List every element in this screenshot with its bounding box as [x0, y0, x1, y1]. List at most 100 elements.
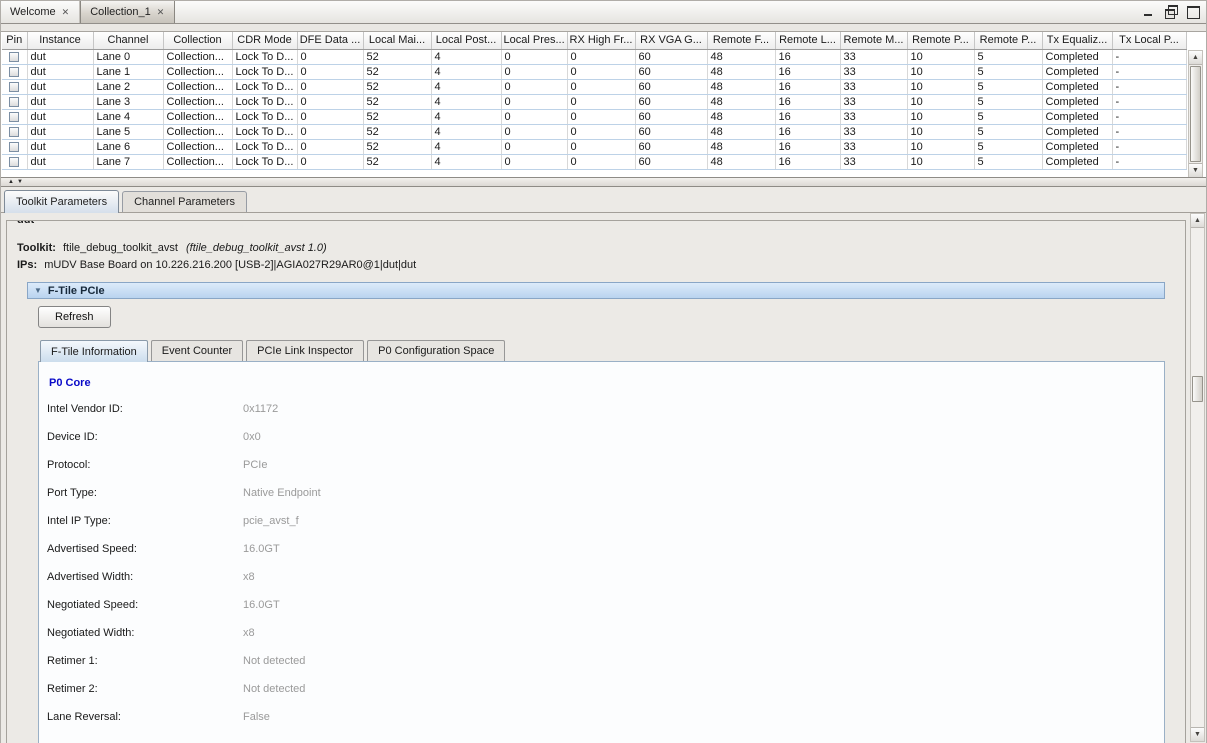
table-row[interactable]: dutLane 7Collection...Lock To D...052400…	[2, 154, 1186, 169]
ips-info-line: IPs: mUDV Base Board on 10.226.216.200 […	[17, 259, 1173, 271]
maximize-icon[interactable]	[1186, 5, 1199, 17]
close-icon[interactable]: ✕	[62, 7, 70, 18]
p0-core-heading: P0 Core	[49, 377, 1164, 389]
table-cell: Lock To D...	[232, 64, 297, 79]
column-header-tx-equaliz[interactable]: Tx Equaliz...	[1042, 32, 1112, 49]
ftile-pcie-section-header[interactable]: ▼ F-Tile PCIe	[27, 282, 1165, 299]
field-label: Advertised Speed:	[47, 543, 243, 555]
lane-table-area: PinInstanceChannelCollectionCDR ModeDFE …	[1, 31, 1206, 178]
table-row[interactable]: dutLane 2Collection...Lock To D...052400…	[2, 79, 1186, 94]
pin-checkbox[interactable]	[9, 142, 19, 152]
table-cell: 0	[567, 64, 635, 79]
table-cell: Lane 3	[93, 94, 163, 109]
column-header-local-post[interactable]: Local Post...	[431, 32, 501, 49]
field-row-retimer-1: Retimer 1:Not detected	[47, 647, 1164, 675]
field-value: 0x1172	[243, 403, 278, 415]
tab-p0-configuration-space[interactable]: P0 Configuration Space	[367, 340, 505, 361]
table-cell: 10	[907, 94, 974, 109]
tab-channel-parameters[interactable]: Channel Parameters	[122, 191, 247, 212]
table-cell: -	[1112, 154, 1186, 169]
column-header-tx-local-p[interactable]: Tx Local P...	[1112, 32, 1186, 49]
column-header-remote-f[interactable]: Remote F...	[707, 32, 775, 49]
pane-scrollbar-track[interactable]	[1191, 228, 1204, 727]
column-header-remote-l[interactable]: Remote L...	[775, 32, 840, 49]
field-label: Intel IP Type:	[47, 515, 243, 527]
table-scrollbar-track[interactable]	[1189, 65, 1202, 163]
tab-welcome[interactable]: Welcome ✕	[1, 1, 80, 23]
table-cell: 48	[707, 139, 775, 154]
tab-toolkit-parameters[interactable]: Toolkit Parameters	[4, 190, 119, 213]
parameters-pane: Toolkit Parameters Channel Parameters du…	[1, 187, 1206, 743]
scroll-down-button[interactable]: ▼	[1191, 727, 1204, 741]
table-row[interactable]: dutLane 5Collection...Lock To D...052400…	[2, 124, 1186, 139]
table-row[interactable]: dutLane 6Collection...Lock To D...052400…	[2, 139, 1186, 154]
pin-checkbox[interactable]	[9, 67, 19, 77]
pane-splitter[interactable]: ▲ ▼	[1, 178, 1206, 187]
table-cell: Completed	[1042, 154, 1112, 169]
close-icon[interactable]: ✕	[157, 7, 165, 18]
pane-vertical-scrollbar[interactable]: ▲ ▼	[1190, 213, 1205, 742]
sash-down-icon[interactable]: ▼	[17, 179, 23, 185]
table-scrollbar-thumb[interactable]	[1190, 66, 1201, 162]
table-row[interactable]: dutLane 4Collection...Lock To D...052400…	[2, 109, 1186, 124]
tab-pcie-link-inspector[interactable]: PCIe Link Inspector	[246, 340, 364, 361]
table-cell: 60	[635, 109, 707, 124]
pin-checkbox[interactable]	[9, 157, 19, 167]
table-vertical-scrollbar[interactable]: ▲ ▼	[1188, 50, 1203, 178]
column-header-dfe-data[interactable]: DFE Data ...	[297, 32, 363, 49]
table-cell: 0	[297, 79, 363, 94]
pin-checkbox[interactable]	[9, 112, 19, 122]
column-header-local-pres[interactable]: Local Pres...	[501, 32, 567, 49]
pin-checkbox[interactable]	[9, 82, 19, 92]
table-cell: 0	[297, 49, 363, 64]
pane-scrollbar-thumb[interactable]	[1192, 376, 1203, 402]
minimize-icon[interactable]	[1142, 5, 1155, 17]
column-header-cdr-mode[interactable]: CDR Mode	[232, 32, 297, 49]
refresh-button[interactable]: Refresh	[38, 306, 111, 328]
table-cell: 0	[567, 79, 635, 94]
column-header-instance[interactable]: Instance	[27, 32, 93, 49]
column-header-remote-p[interactable]: Remote P...	[907, 32, 974, 49]
column-header-pin[interactable]: Pin	[2, 32, 27, 49]
table-cell: 33	[840, 49, 907, 64]
expand-twistie-icon[interactable]: ▼	[34, 286, 42, 295]
table-cell: 5	[974, 124, 1042, 139]
table-cell: 52	[363, 139, 431, 154]
table-cell: 0	[567, 109, 635, 124]
tab-event-counter[interactable]: Event Counter	[151, 340, 243, 361]
column-header-rx-vga-g[interactable]: RX VGA G...	[635, 32, 707, 49]
field-label: Retimer 1:	[47, 655, 243, 667]
table-cell: dut	[27, 109, 93, 124]
column-header-channel[interactable]: Channel	[93, 32, 163, 49]
column-header-rx-high-fr[interactable]: RX High Fr...	[567, 32, 635, 49]
restore-icon[interactable]	[1164, 5, 1177, 17]
tab-collection-1[interactable]: Collection_1 ✕	[80, 1, 175, 23]
scroll-up-button[interactable]: ▲	[1189, 51, 1202, 65]
sash-up-icon[interactable]: ▲	[8, 179, 14, 185]
tab-f-tile-information[interactable]: F-Tile Information	[40, 340, 148, 362]
column-header-collection[interactable]: Collection	[163, 32, 232, 49]
ftile-pcie-section-body: Refresh F-Tile InformationEvent CounterP…	[27, 299, 1165, 743]
column-header-remote-p[interactable]: Remote P...	[974, 32, 1042, 49]
table-cell: Collection...	[163, 64, 232, 79]
table-row[interactable]: dutLane 0Collection...Lock To D...052400…	[2, 49, 1186, 64]
column-header-remote-m[interactable]: Remote M...	[840, 32, 907, 49]
table-cell: 0	[501, 64, 567, 79]
scroll-up-icon: ▲	[1194, 217, 1201, 224]
scroll-down-button[interactable]: ▼	[1189, 163, 1202, 177]
table-row[interactable]: dutLane 1Collection...Lock To D...052400…	[2, 64, 1186, 79]
table-row[interactable]: dutLane 3Collection...Lock To D...052400…	[2, 94, 1186, 109]
pin-checkbox[interactable]	[9, 52, 19, 62]
scroll-up-button[interactable]: ▲	[1191, 214, 1204, 228]
table-cell: 0	[297, 109, 363, 124]
field-label: Intel Vendor ID:	[47, 403, 243, 415]
toolkit-name: ftile_debug_toolkit_avst	[63, 242, 178, 254]
table-cell: 52	[363, 64, 431, 79]
field-row-port-type: Port Type:Native Endpoint	[47, 479, 1164, 507]
pin-checkbox[interactable]	[9, 97, 19, 107]
table-cell: 33	[840, 139, 907, 154]
column-header-local-mai[interactable]: Local Mai...	[363, 32, 431, 49]
field-row-intel-ip-type: Intel IP Type:pcie_avst_f	[47, 507, 1164, 535]
pin-checkbox[interactable]	[9, 127, 19, 137]
table-cell: dut	[27, 64, 93, 79]
